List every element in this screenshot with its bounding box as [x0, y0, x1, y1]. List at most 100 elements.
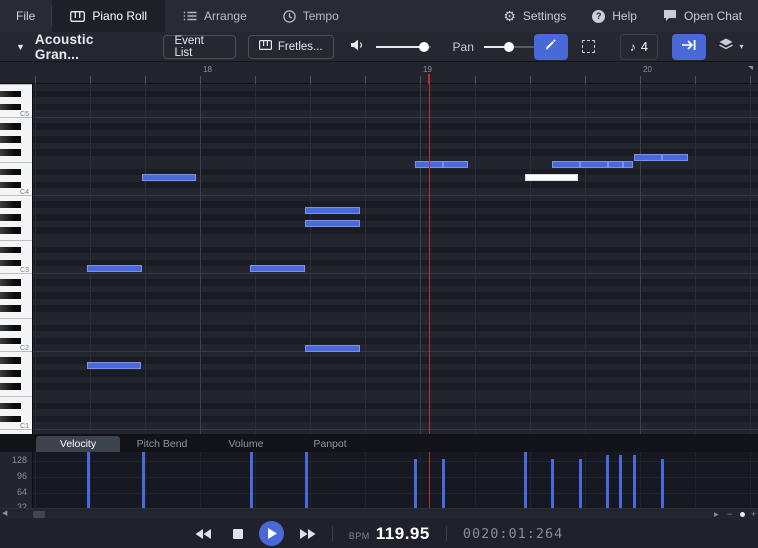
tab-tempo[interactable]: Tempo: [265, 0, 357, 32]
tab-volume[interactable]: Volume: [204, 436, 288, 452]
zoom-out-button[interactable]: −: [727, 509, 732, 519]
settings-button[interactable]: ⚙ Settings: [503, 8, 566, 25]
beat-line: [530, 452, 531, 508]
velocity-bar[interactable]: [661, 459, 664, 508]
stop-button[interactable]: [233, 529, 243, 539]
black-key[interactable]: [0, 104, 21, 111]
black-key[interactable]: [0, 292, 21, 299]
black-key[interactable]: [0, 279, 21, 286]
midi-note[interactable]: [305, 207, 360, 214]
midi-note[interactable]: [623, 161, 633, 168]
pan-slider-thumb[interactable]: [504, 42, 514, 52]
zoom-control-arrow[interactable]: ▸: [714, 509, 719, 519]
song-end-marker[interactable]: [748, 66, 753, 70]
velocity-bar[interactable]: [250, 452, 253, 508]
tab-piano-roll[interactable]: Piano Roll: [52, 0, 165, 32]
midi-note[interactable]: [142, 174, 196, 181]
midi-note[interactable]: [305, 220, 360, 227]
fast-forward-button[interactable]: [300, 529, 316, 539]
selection-tool-button[interactable]: [572, 34, 606, 60]
pencil-tool-button[interactable]: [534, 34, 568, 60]
black-key[interactable]: [0, 123, 21, 130]
velocity-bar[interactable]: [606, 455, 609, 508]
velocity-bar[interactable]: [442, 459, 445, 508]
zoom-slider-thumb[interactable]: [740, 512, 745, 517]
black-key[interactable]: [0, 169, 21, 176]
layers-button[interactable]: ▾: [714, 34, 748, 60]
velocity-bar[interactable]: [619, 455, 622, 508]
tab-pitch-bend[interactable]: Pitch Bend: [120, 436, 204, 452]
midi-note[interactable]: [552, 161, 580, 168]
midi-note[interactable]: [608, 161, 623, 168]
black-key[interactable]: [0, 416, 21, 423]
playhead-marker[interactable]: [428, 74, 430, 84]
scrollbar-left-arrow[interactable]: ◀: [2, 509, 7, 517]
velocity-bar[interactable]: [633, 455, 636, 508]
piano-keyboard[interactable]: C5C4C3C2C1: [0, 84, 33, 434]
beat-line: [585, 84, 586, 434]
timeline-ruler[interactable]: 181920: [0, 62, 758, 84]
black-key[interactable]: [0, 182, 21, 189]
black-key[interactable]: [0, 227, 21, 234]
black-key[interactable]: [0, 403, 21, 410]
note-grid[interactable]: [33, 84, 758, 434]
zoom-in-button[interactable]: +: [751, 509, 756, 519]
volume-slider-thumb[interactable]: [419, 42, 429, 52]
file-menu-button[interactable]: File: [0, 0, 51, 32]
midi-note[interactable]: [87, 362, 141, 369]
midi-note[interactable]: [662, 154, 688, 161]
track-name[interactable]: Acoustic Gran...: [35, 32, 142, 62]
midi-note[interactable]: [250, 265, 305, 272]
velocity-bar[interactable]: [524, 452, 527, 508]
velocity-bar[interactable]: [142, 452, 145, 508]
velocity-bar[interactable]: [414, 459, 417, 508]
black-key[interactable]: [0, 260, 21, 267]
beat-tick: [640, 76, 641, 84]
help-button[interactable]: ? Help: [592, 9, 637, 23]
velocity-bar[interactable]: [551, 459, 554, 508]
follow-playhead-button[interactable]: [672, 34, 706, 60]
tab-label: Tempo: [303, 9, 339, 23]
black-key[interactable]: [0, 357, 21, 364]
velocity-bar[interactable]: [87, 452, 90, 508]
rewind-button[interactable]: [195, 529, 211, 539]
black-key[interactable]: [0, 338, 21, 345]
tab-velocity[interactable]: Velocity: [36, 436, 120, 452]
velocity-bar[interactable]: [305, 452, 308, 508]
grid-row-dark: [33, 292, 758, 299]
quantize-button[interactable]: ♪ 4: [620, 34, 658, 60]
black-key[interactable]: [0, 305, 21, 312]
black-key[interactable]: [0, 201, 21, 208]
black-key[interactable]: [0, 149, 21, 156]
black-key[interactable]: [0, 370, 21, 377]
piano-icon: [259, 40, 272, 53]
instrument-button[interactable]: Fretles...: [248, 35, 334, 59]
scrollbar-thumb[interactable]: [33, 511, 45, 518]
tab-arrange[interactable]: Arrange: [165, 0, 265, 32]
black-key[interactable]: [0, 247, 21, 254]
black-key[interactable]: [0, 325, 21, 332]
bpm-display[interactable]: BPM 119.95: [349, 524, 430, 544]
beat-line: [750, 84, 751, 434]
velocity-bar[interactable]: [579, 459, 582, 508]
black-key[interactable]: [0, 136, 21, 143]
midi-note[interactable]: [443, 161, 468, 168]
velocity-lane[interactable]: [33, 452, 758, 508]
pan-slider[interactable]: [484, 46, 534, 48]
midi-note-selected[interactable]: [525, 174, 578, 181]
open-chat-button[interactable]: Open Chat: [663, 9, 742, 24]
volume-slider[interactable]: [376, 46, 431, 48]
midi-note[interactable]: [634, 154, 662, 161]
black-key[interactable]: [0, 383, 21, 390]
tab-panpot[interactable]: Panpot: [288, 436, 372, 452]
event-list-button[interactable]: Event List: [163, 35, 235, 59]
black-key[interactable]: [0, 91, 21, 98]
bpm-value[interactable]: 119.95: [376, 524, 430, 544]
play-button[interactable]: [259, 521, 284, 546]
black-key[interactable]: [0, 214, 21, 221]
midi-note[interactable]: [305, 345, 360, 352]
midi-note[interactable]: [87, 265, 142, 272]
scrollbar[interactable]: ◀ ▸ − +: [0, 508, 758, 519]
midi-note[interactable]: [580, 161, 608, 168]
track-dropdown-caret[interactable]: ▼: [16, 42, 25, 52]
